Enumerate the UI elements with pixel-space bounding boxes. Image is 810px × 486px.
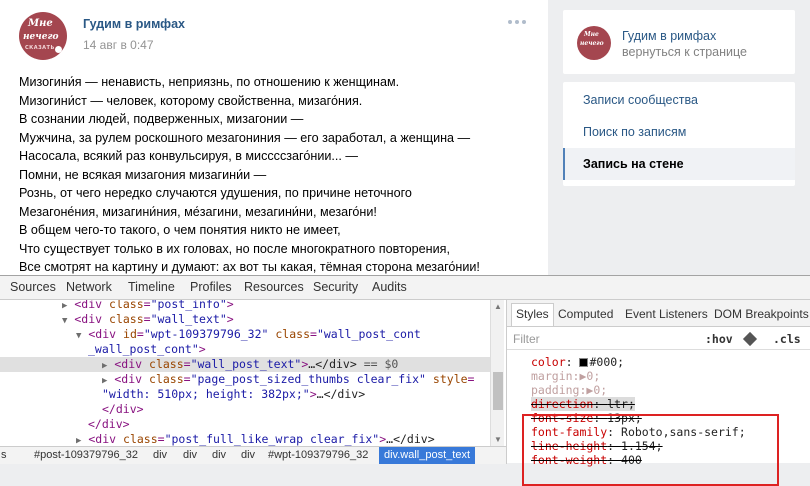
- post-author-link[interactable]: Гудим в римфах: [83, 17, 185, 31]
- tab-dom-breakpoints[interactable]: DOM Breakpoints: [714, 307, 809, 321]
- vk-page: Мне нечего СКАЗАТЬ Гудим в римфах 14 авг…: [0, 0, 810, 275]
- dom-node-selected[interactable]: ▶ <div class="wall_post_text">…</div> ==…: [0, 357, 490, 372]
- tab-profiles[interactable]: Profiles: [190, 280, 232, 294]
- crumb[interactable]: div: [183, 447, 197, 464]
- sidebar-community-card: Мне нечего Гудим в римфах вернуться к ст…: [563, 10, 795, 74]
- sidebar-community-title[interactable]: Гудим в римфах: [622, 29, 716, 43]
- tab-network[interactable]: Network: [66, 280, 112, 294]
- tab-sources[interactable]: Sources: [10, 280, 56, 294]
- sidebar-item-search-posts[interactable]: Поиск по записям: [563, 116, 795, 148]
- post-text-line: Помни, не всякая мизагония мизагини́и —: [19, 167, 267, 182]
- scrollbar-thumb[interactable]: [493, 372, 503, 410]
- class-toggle[interactable]: .cls: [773, 332, 801, 346]
- tab-styles[interactable]: Styles: [511, 303, 554, 326]
- wall-post: Мне нечего СКАЗАТЬ Гудим в римфах 14 авг…: [0, 0, 548, 275]
- dom-close-tag: </div>: [102, 402, 144, 416]
- highlight-annotation-box: [522, 414, 779, 486]
- community-avatar[interactable]: Мне нечего СКАЗАТЬ: [19, 12, 67, 60]
- crumb[interactable]: #post-109379796_32: [34, 447, 138, 464]
- sidebar-item-wall-post[interactable]: Запись на стене: [563, 148, 795, 180]
- tab-event-listeners[interactable]: Event Listeners: [625, 307, 708, 321]
- tab-audits[interactable]: Audits: [372, 280, 407, 294]
- sidebar-avatar[interactable]: Мне нечего: [577, 26, 611, 60]
- post-text-line: Мизогини́я — ненависть, неприязнь, по от…: [19, 75, 400, 89]
- dom-node[interactable]: ▼ <div id="wpt-109379796_32" class="wall…: [76, 327, 490, 342]
- more-icon[interactable]: [508, 20, 528, 26]
- crumb[interactable]: div: [153, 447, 167, 464]
- tab-resources[interactable]: Resources: [244, 280, 304, 294]
- styles-pane: Styles Computed Event Listeners DOM Brea…: [506, 300, 810, 486]
- dom-breadcrumb: s #post-109379796_32 div div div div #wp…: [0, 446, 506, 464]
- post-text-line: Все смотрят на картину и думают: ах вот …: [19, 260, 480, 274]
- filter-input[interactable]: Filter: [513, 332, 540, 346]
- post-text-line: В сознании людей, подверженных, мизагони…: [19, 112, 304, 126]
- post-text-line: Рознь, от чего нередко случаются удушени…: [19, 186, 412, 200]
- dom-node[interactable]: ▶ <div class="page_post_sized_thumbs cle…: [102, 372, 490, 387]
- post-text-line: В общем чего-то такого, о чем понятия ни…: [19, 223, 341, 237]
- hover-state-toggle[interactable]: :hov: [705, 332, 733, 346]
- back-to-page-link[interactable]: вернуться к странице: [622, 45, 747, 59]
- avatar-dot-icon: [55, 46, 62, 53]
- post-text: Мизогини́я — ненависть, неприязнь, по от…: [19, 73, 529, 275]
- crumb-selected[interactable]: div.wall_post_text: [379, 447, 476, 464]
- css-declaration-inherited[interactable]: padding:▶0;: [531, 383, 607, 397]
- css-declaration-overridden[interactable]: direction: ltr;: [531, 397, 635, 411]
- tab-security[interactable]: Security: [313, 280, 358, 294]
- tab-computed[interactable]: Computed: [558, 307, 613, 321]
- sidebar-item-community-posts[interactable]: Записи сообщества: [563, 84, 795, 116]
- dom-node-continuation: _wall_post_cont">: [88, 342, 206, 356]
- dom-close-tag: </div>: [88, 417, 130, 431]
- css-declaration[interactable]: color: #000;: [531, 355, 624, 369]
- css-declaration-inherited[interactable]: margin:▶0;: [531, 369, 600, 383]
- scroll-up-icon[interactable]: ▲: [494, 302, 502, 311]
- color-swatch-icon[interactable]: [579, 358, 589, 367]
- crumb[interactable]: #wpt-109379796_32: [268, 447, 368, 464]
- sidebar-menu: Записи сообщества Поиск по записям Запис…: [563, 82, 795, 186]
- dom-node[interactable]: ▼ <div class="wall_text">: [62, 312, 490, 327]
- tab-timeline[interactable]: Timeline: [128, 280, 175, 294]
- post-text-line: Мужчина, за рулем роскошного мезагониния…: [19, 130, 471, 145]
- styles-filter[interactable]: Filter :hov .cls: [507, 328, 810, 350]
- styles-tabbar: Styles Computed Event Listeners DOM Brea…: [507, 300, 810, 327]
- elements-tree[interactable]: ▶ <div class="post_info"> ▼ <div class="…: [0, 300, 490, 446]
- elements-scrollbar[interactable]: ▲ ▼: [490, 300, 504, 446]
- post-text-line: Мезагоне́ния, мизагини́ния, ме́загини, м…: [19, 204, 377, 219]
- crumb[interactable]: div: [241, 447, 255, 464]
- devtools-tabbar: Sources Network Timeline Profiles Resour…: [0, 276, 810, 300]
- post-text-line: Мизогини́ст — человек, которому свойстве…: [19, 93, 363, 108]
- dom-node[interactable]: ▶ <div class="post_full_like_wrap clear_…: [76, 432, 490, 446]
- crumb[interactable]: s: [1, 447, 7, 464]
- palette-icon[interactable]: [742, 331, 758, 347]
- devtools-panel: Sources Network Timeline Profiles Resour…: [0, 275, 810, 486]
- post-date[interactable]: 14 авг в 0:47: [83, 38, 154, 52]
- dom-node-continuation: "width: 510px; height: 382px;">…</div>: [102, 387, 366, 401]
- scroll-down-icon[interactable]: ▼: [494, 435, 502, 444]
- dom-node[interactable]: ▶ <div class="post_info">: [62, 300, 490, 312]
- crumb[interactable]: div: [212, 447, 226, 464]
- post-text-line: Что существует только в их головах, но п…: [19, 241, 450, 256]
- post-text-line: Насосала, всякий раз конвульсируя, в мис…: [19, 149, 358, 163]
